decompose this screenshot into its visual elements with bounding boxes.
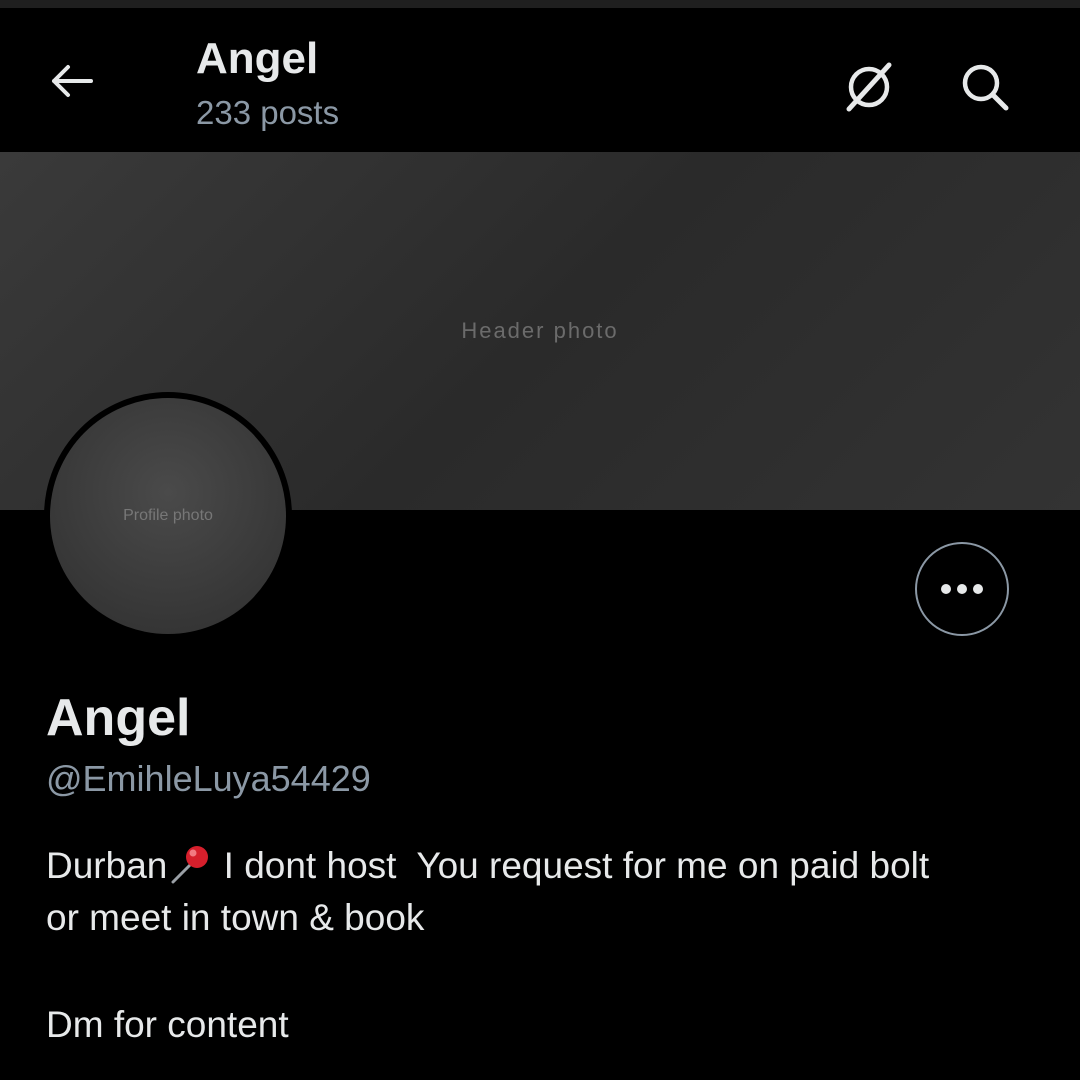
search-icon bbox=[962, 64, 1009, 111]
bio-location: Durban bbox=[46, 845, 168, 886]
bio-line-3: Dm for content bbox=[46, 1004, 289, 1045]
search-button[interactable] bbox=[952, 54, 1018, 120]
avatar[interactable]: Profile photo bbox=[50, 398, 286, 634]
display-name: Angel bbox=[46, 689, 191, 747]
banner-placeholder-label: Header photo bbox=[461, 318, 619, 343]
bio-line-1: Durban I dont host You request for me on… bbox=[46, 840, 1046, 892]
bio-text-1: I dont host You request for me on paid b… bbox=[213, 845, 930, 886]
profile-header: Angel 233 posts bbox=[0, 8, 1080, 152]
header-title: Angel bbox=[196, 34, 319, 83]
bio-line-2: or meet in town & book bbox=[46, 897, 425, 938]
user-handle: @EmihleLuya54429 bbox=[46, 758, 371, 799]
avatar-placeholder-label: Profile photo bbox=[123, 507, 213, 524]
more-dots-icon bbox=[941, 584, 983, 594]
avatar-ring: Profile photo bbox=[44, 392, 292, 640]
status-strip bbox=[0, 0, 1080, 8]
back-arrow-icon bbox=[52, 65, 93, 97]
grok-icon bbox=[846, 62, 892, 112]
profile-bio: Durban I dont host You request for me on… bbox=[46, 840, 1046, 944]
more-options-button[interactable] bbox=[915, 542, 1009, 636]
round-pushpin-icon bbox=[171, 846, 209, 884]
grok-button[interactable] bbox=[836, 54, 902, 120]
posts-count: 233 posts bbox=[196, 94, 340, 131]
back-button[interactable] bbox=[38, 54, 104, 108]
